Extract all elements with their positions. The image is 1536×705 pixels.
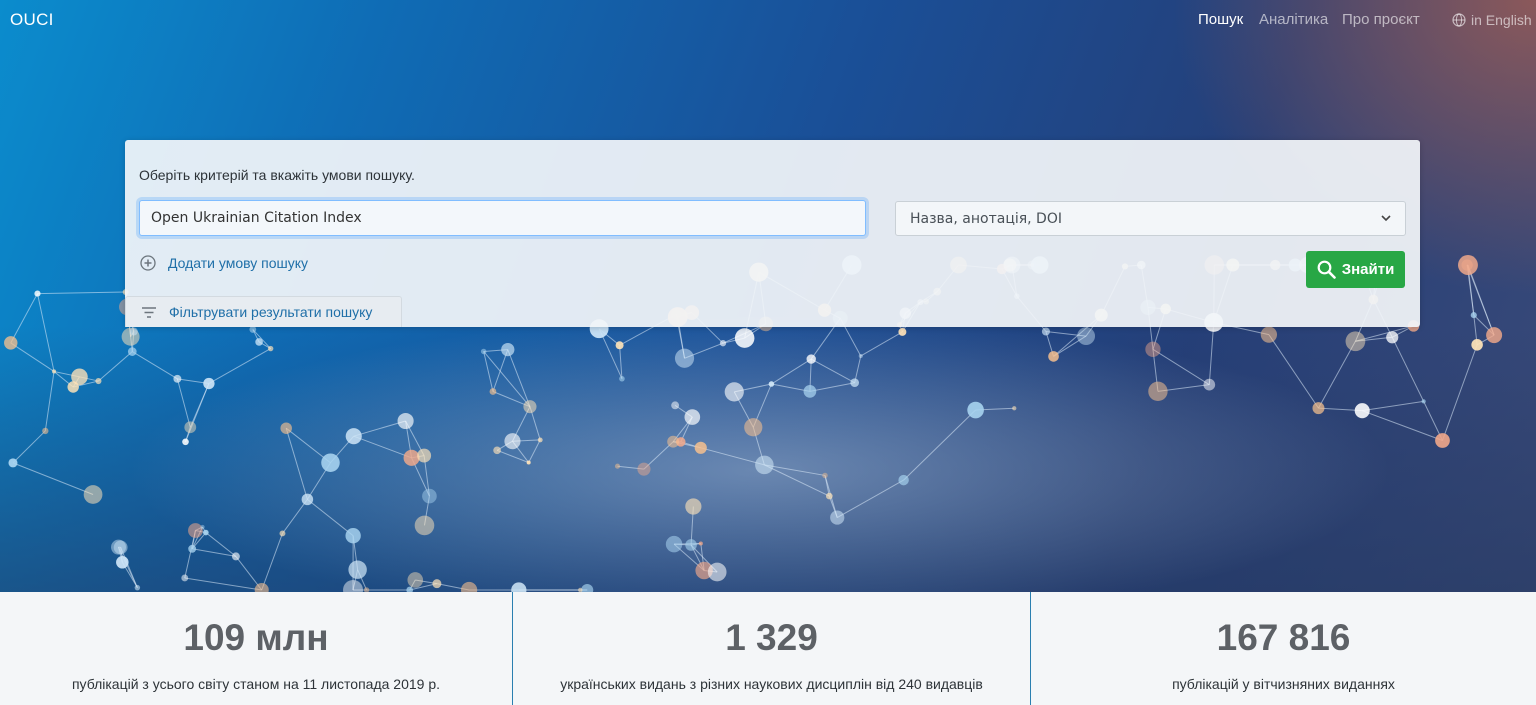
language-switch[interactable]: in English [1452, 12, 1532, 28]
search-panel: Оберіть критерій та вкажіть умови пошуку… [125, 140, 1420, 327]
stat-ukrainian-journals: 1 329 українських видань з різних науков… [513, 592, 1030, 705]
stat-value: 167 816 [1216, 617, 1351, 658]
add-condition-label: Додати умову пошуку [168, 255, 309, 271]
stat-world-publications: 109 млн публікацій з усього світу станом… [0, 592, 512, 705]
filter-results-label: Фільтрувати результати пошуку [169, 304, 373, 320]
top-navbar: OUCI Пошук Аналітика Про проєкт in Engli… [0, 0, 1536, 40]
search-instruction: Оберіть критерій та вкажіть умови пошуку… [139, 167, 415, 183]
brand-logo[interactable]: OUCI [10, 10, 54, 30]
plus-circle-icon [140, 255, 156, 271]
add-condition-link[interactable]: Додати умову пошуку [140, 255, 308, 271]
stat-description: публікацій у вітчизняних виданнях [1172, 676, 1395, 692]
globe-icon [1452, 13, 1466, 27]
find-button[interactable]: Знайти [1306, 251, 1405, 288]
chevron-down-icon [1381, 215, 1391, 222]
filter-results-tab[interactable]: Фільтрувати результати пошуку [125, 296, 402, 327]
stat-domestic-publications: 167 816 публікацій у вітчизняних видання… [1031, 592, 1536, 705]
filter-icon [142, 306, 156, 318]
nav-search[interactable]: Пошук [1198, 11, 1243, 28]
find-button-label: Знайти [1341, 261, 1395, 278]
stat-value: 1 329 [725, 617, 818, 658]
nav-about[interactable]: Про проєкт [1342, 11, 1420, 28]
stat-description: публікацій з усього світу станом на 11 л… [71, 676, 441, 692]
criterion-select[interactable]: Назва, анотація, DOI [895, 201, 1406, 236]
search-input[interactable] [139, 200, 866, 236]
search-icon [1317, 260, 1336, 279]
language-label: in English [1471, 12, 1532, 28]
criterion-selected-value: Назва, анотація, DOI [910, 210, 1062, 227]
stat-value: 109 млн [183, 617, 329, 658]
stat-description: українських видань з різних наукових дис… [560, 676, 983, 692]
nav-analytics[interactable]: Аналітика [1259, 11, 1328, 28]
statistics-section: 109 млн публікацій з усього світу станом… [0, 592, 1536, 705]
